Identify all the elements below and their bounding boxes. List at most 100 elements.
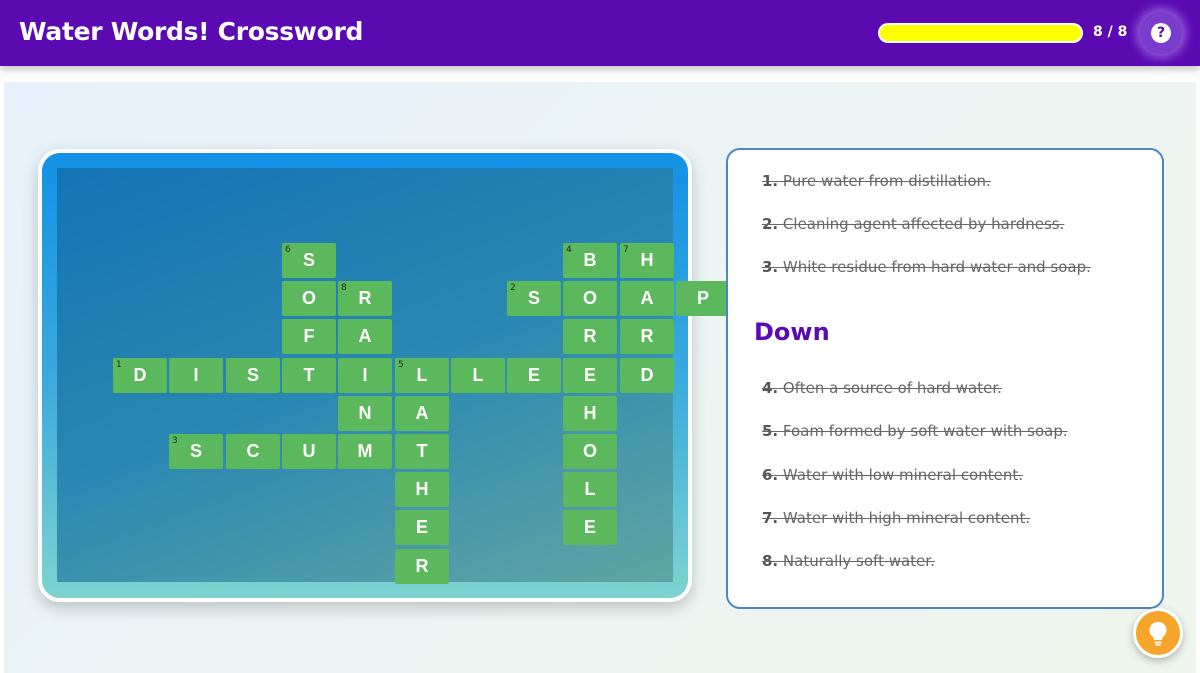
grid-cell[interactable]: A [395, 396, 449, 431]
cell-letter: E [583, 365, 596, 385]
grid-cell[interactable]: D [620, 358, 674, 393]
progress-bar [878, 23, 1083, 43]
clue-text: Water with low mineral content. [782, 466, 1024, 484]
cell-letter: R [358, 288, 372, 308]
down-heading: Down [754, 318, 830, 346]
cell-number: 3 [172, 436, 178, 446]
grid-cell[interactable]: 8R [338, 281, 392, 316]
clue-number: 1. [762, 172, 779, 190]
cell-letter: H [640, 250, 654, 270]
cell-letter: I [193, 365, 199, 385]
grid-cell[interactable]: H [563, 396, 617, 431]
grid-cell[interactable]: 5L [395, 358, 449, 393]
cell-letter: E [415, 517, 428, 537]
grid-cell[interactable]: O [563, 434, 617, 469]
grid-cell[interactable]: T [282, 358, 336, 393]
cell-letter: D [640, 365, 654, 385]
grid-cell[interactable]: S [226, 358, 280, 393]
grid-cell[interactable]: E [507, 358, 561, 393]
grid-cell[interactable]: H [395, 472, 449, 507]
cell-letter: F [303, 326, 315, 346]
cell-letter: I [362, 365, 368, 385]
grid-cell[interactable]: M [338, 434, 392, 469]
clue-down-4[interactable]: 4. Often a source of hard water. [762, 379, 1002, 397]
cell-number: 6 [285, 245, 291, 255]
clue-down-7[interactable]: 7. Water with high mineral content. [762, 509, 1030, 527]
cell-letter: C [246, 441, 260, 461]
clue-text: Cleaning agent affected by hardness. [782, 215, 1065, 233]
header-bar: Water Words! Crossword 8 / 8 ? [0, 0, 1200, 66]
cell-letter: A [415, 403, 429, 423]
grid-cell[interactable]: E [563, 510, 617, 545]
cell-letter: A [358, 326, 372, 346]
clue-text: Often a source of hard water. [782, 379, 1002, 397]
clue-text: White residue from hard water and soap. [782, 258, 1091, 276]
grid-cell[interactable]: E [395, 510, 449, 545]
grid-cell[interactable]: O [282, 281, 336, 316]
clue-across-3[interactable]: 3. White residue from hard water and soa… [762, 258, 1091, 276]
cell-letter: N [358, 403, 372, 423]
clue-down-8[interactable]: 8. Naturally soft water. [762, 552, 935, 570]
page-title: Water Words! Crossword [19, 17, 364, 46]
grid-cell[interactable]: A [338, 319, 392, 354]
grid-cell[interactable]: E [563, 358, 617, 393]
grid-cell[interactable]: A [620, 281, 674, 316]
clue-number: 4. [762, 379, 779, 397]
grid-cell[interactable]: 2S [507, 281, 561, 316]
cell-letter: R [640, 326, 654, 346]
cell-letter: L [416, 365, 428, 385]
clue-text: Naturally soft water. [782, 552, 935, 570]
clue-number: 8. [762, 552, 779, 570]
cell-letter: A [640, 288, 654, 308]
clue-text: Foam formed by soft water with soap. [782, 422, 1068, 440]
grid-cell[interactable]: P [676, 281, 730, 316]
cell-letter: O [301, 288, 316, 308]
grid-cell[interactable]: I [169, 358, 223, 393]
grid-cell[interactable]: I [338, 358, 392, 393]
progress-bar-fill [880, 25, 1081, 41]
cell-letter: D [133, 365, 147, 385]
clue-text: Pure water from distillation. [782, 172, 991, 190]
grid-cell[interactable]: R [620, 319, 674, 354]
cell-letter: E [583, 517, 596, 537]
grid-cell[interactable]: T [395, 434, 449, 469]
cell-number: 4 [566, 245, 572, 255]
cell-letter: B [583, 250, 597, 270]
cell-letter: M [357, 441, 373, 461]
clue-number: 7. [762, 509, 779, 527]
grid-cell[interactable]: C [226, 434, 280, 469]
help-button[interactable]: ? [1140, 12, 1182, 54]
grid-cell[interactable]: L [563, 472, 617, 507]
cell-letter: H [583, 403, 597, 423]
clue-across-1[interactable]: 1. Pure water from distillation. [762, 172, 991, 190]
clue-number: 2. [762, 215, 779, 233]
clue-across-2[interactable]: 2. Cleaning agent affected by hardness. [762, 215, 1064, 233]
cell-letter: S [302, 250, 315, 270]
grid-cell[interactable]: 6S [282, 243, 336, 278]
cell-letter: T [416, 441, 428, 461]
grid-cell[interactable]: O [563, 281, 617, 316]
grid-cell[interactable]: N [338, 396, 392, 431]
hint-button[interactable] [1133, 608, 1183, 658]
grid-cell[interactable]: F [282, 319, 336, 354]
grid-cell[interactable]: 4B [563, 243, 617, 278]
grid-cell[interactable]: R [563, 319, 617, 354]
clue-down-5[interactable]: 5. Foam formed by soft water with soap. [762, 422, 1068, 440]
progress-count: 8 / 8 [1093, 24, 1128, 40]
cell-letter: P [696, 288, 709, 308]
clue-number: 5. [762, 422, 779, 440]
cell-letter: S [246, 365, 259, 385]
grid-cell[interactable]: 7H [620, 243, 674, 278]
cell-letter: E [527, 365, 540, 385]
grid-cell[interactable]: L [451, 358, 505, 393]
cell-letter: R [415, 556, 429, 576]
cell-letter: R [583, 326, 597, 346]
cell-number: 8 [341, 283, 347, 293]
clue-number: 3. [762, 258, 779, 276]
clue-down-6[interactable]: 6. Water with low mineral content. [762, 466, 1023, 484]
grid-cell[interactable]: R [395, 549, 449, 584]
grid-cell[interactable]: 3S [169, 434, 223, 469]
cell-letter: L [584, 479, 596, 499]
grid-cell[interactable]: 1D [113, 358, 167, 393]
grid-cell[interactable]: U [282, 434, 336, 469]
